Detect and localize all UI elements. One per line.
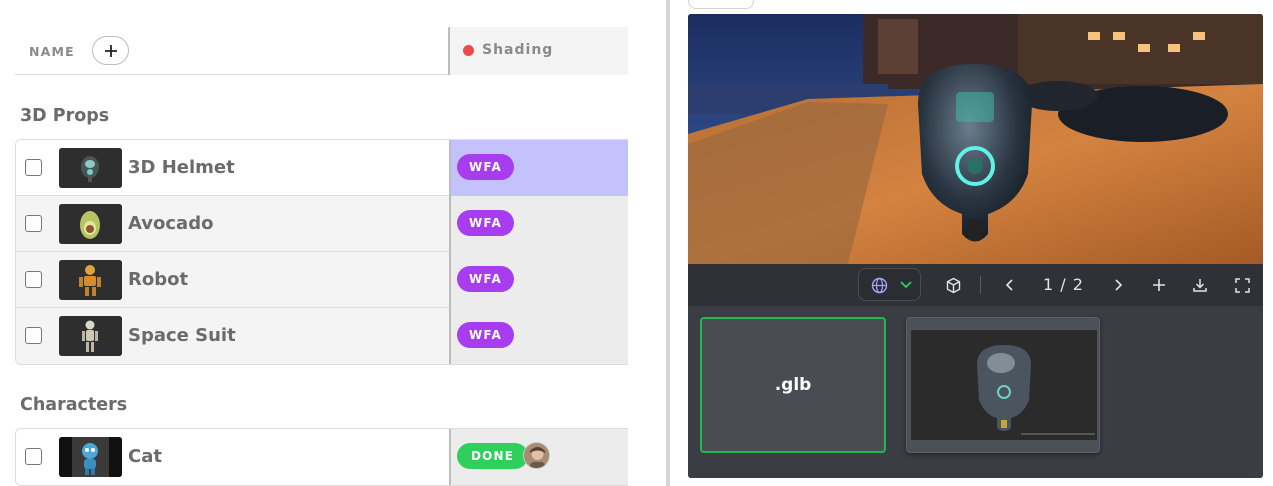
name-column-header[interactable]: NAME	[29, 44, 75, 59]
status-badge[interactable]: WFA	[457, 266, 514, 292]
table-row[interactable]: Cat DONE	[16, 429, 628, 485]
environment-dropdown[interactable]	[858, 268, 921, 301]
status-badge[interactable]: DONE	[457, 443, 529, 469]
list-header: NAME Shading	[15, 27, 628, 75]
group-title: 3D Props	[20, 106, 110, 126]
chevron-right-icon	[1115, 279, 1123, 291]
model-viewer: 1 / 2 .glb	[688, 14, 1263, 478]
add-preview-button[interactable]	[1149, 275, 1169, 295]
asset-name[interactable]: 3D Helmet	[128, 157, 235, 178]
fullscreen-icon	[1234, 277, 1250, 293]
download-button[interactable]	[1190, 275, 1210, 295]
status-badge[interactable]: WFA	[457, 154, 514, 180]
table-row[interactable]: Space Suit WFA	[16, 308, 628, 364]
row-checkbox[interactable]	[25, 448, 42, 465]
shading-cell[interactable]: WFA	[449, 140, 628, 196]
group-title: Characters	[20, 395, 128, 415]
asset-group-3d-props: 3D Helmet WFA Avocado WFA Robot WFA Spac…	[15, 139, 628, 365]
asset-name[interactable]: Avocado	[128, 213, 213, 234]
asset-name[interactable]: Robot	[128, 269, 188, 290]
row-checkbox[interactable]	[25, 215, 42, 232]
asset-list-pane: NAME Shading 3D Props 3D Helmet WFA Avoc…	[0, 0, 666, 486]
panel-tab[interactable]	[688, 0, 754, 9]
status-badge[interactable]: WFA	[457, 322, 514, 348]
asset-name[interactable]: Space Suit	[128, 325, 236, 346]
row-checkbox[interactable]	[25, 271, 42, 288]
helmet-preview-image	[911, 330, 1097, 440]
status-dot	[463, 45, 474, 56]
asset-group-characters: Cat DONE	[15, 428, 628, 486]
plus-icon	[1153, 279, 1165, 291]
cat-thumbnail	[59, 437, 122, 477]
chevron-down-icon	[900, 281, 912, 289]
model-render[interactable]	[688, 14, 1263, 264]
glb-preview-card[interactable]: .glb	[700, 317, 886, 453]
table-row[interactable]: 3D Helmet WFA	[16, 140, 628, 196]
shading-column-title: Shading	[482, 42, 554, 58]
viewer-toolbar: 1 / 2	[688, 264, 1263, 306]
preview-pane: 1 / 2 .glb	[670, 0, 1273, 486]
cube-icon	[946, 277, 960, 293]
preview-thumbnail-strip: .glb	[688, 306, 1263, 478]
avocado-thumbnail	[59, 204, 122, 244]
globe-icon	[871, 277, 888, 294]
preview-card-label: .glb	[774, 375, 812, 395]
helmet-thumbnail	[59, 148, 122, 188]
table-row[interactable]: Avocado WFA	[16, 196, 628, 252]
shading-cell[interactable]: WFA	[449, 252, 628, 308]
previous-button[interactable]	[1000, 275, 1020, 295]
table-row[interactable]: Robot WFA	[16, 252, 628, 308]
avatar[interactable]	[523, 442, 550, 469]
page-indicator: 1 / 2	[1043, 275, 1084, 294]
image-preview-card[interactable]	[906, 317, 1100, 453]
next-button[interactable]	[1108, 275, 1128, 295]
shading-cell[interactable]: WFA	[449, 196, 628, 252]
shading-cell[interactable]: WFA	[449, 308, 628, 364]
asset-name[interactable]: Cat	[128, 446, 162, 467]
cube-view-button[interactable]	[943, 275, 963, 295]
robot-thumbnail	[59, 260, 122, 300]
download-icon	[1193, 279, 1207, 292]
shading-cell[interactable]: DONE	[449, 429, 628, 485]
fullscreen-button[interactable]	[1232, 275, 1252, 295]
status-badge[interactable]: WFA	[457, 210, 514, 236]
plus-icon	[104, 44, 117, 57]
chevron-left-icon	[1005, 279, 1013, 291]
row-checkbox[interactable]	[25, 327, 42, 344]
toolbar-divider	[980, 276, 981, 294]
row-checkbox[interactable]	[25, 159, 42, 176]
app-root: NAME Shading 3D Props 3D Helmet WFA Avoc…	[0, 0, 1273, 486]
add-asset-button[interactable]	[92, 36, 129, 65]
shading-column-header[interactable]: Shading	[448, 27, 628, 75]
space-suit-thumbnail	[59, 316, 122, 356]
